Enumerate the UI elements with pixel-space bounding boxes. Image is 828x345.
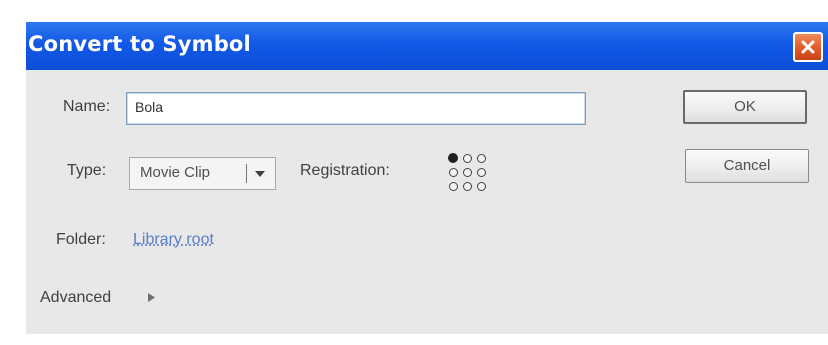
registration-point-top-right[interactable]: [477, 154, 486, 163]
ok-button[interactable]: OK: [683, 90, 807, 124]
convert-to-symbol-dialog: Convert to Symbol Name: Bola Type: Movie…: [26, 22, 828, 334]
close-button[interactable]: [793, 32, 823, 62]
name-input-value: Bola: [135, 99, 164, 115]
type-dropdown[interactable]: Movie Clip: [129, 157, 276, 190]
close-icon: [801, 40, 815, 54]
chevron-down-icon: [255, 171, 265, 177]
registration-point-bottom-left[interactable]: [449, 182, 458, 191]
advanced-toggle[interactable]: Advanced: [40, 289, 111, 307]
cancel-button[interactable]: Cancel: [685, 149, 809, 183]
folder-link[interactable]: Library root: [133, 231, 214, 249]
dialog-title: Convert to Symbol: [28, 32, 251, 56]
name-label: Name:: [63, 98, 111, 115]
folder-label: Folder:: [56, 231, 106, 248]
registration-point-top-left[interactable]: [448, 153, 458, 163]
type-dropdown-value: Movie Clip: [140, 164, 211, 181]
registration-point-bottom-center[interactable]: [463, 182, 472, 191]
name-input[interactable]: Bola: [126, 92, 586, 125]
registration-label: Registration:: [300, 162, 390, 179]
registration-point-center[interactable]: [463, 168, 472, 177]
registration-point-middle-right[interactable]: [477, 168, 486, 177]
registration-point-top-center[interactable]: [463, 154, 472, 163]
registration-point-bottom-right[interactable]: [477, 182, 486, 191]
triangle-right-icon[interactable]: [147, 292, 156, 303]
registration-point-middle-left[interactable]: [449, 168, 458, 177]
registration-grid[interactable]: [448, 153, 494, 195]
dropdown-divider: [246, 164, 247, 183]
title-bar[interactable]: Convert to Symbol: [26, 22, 828, 70]
type-label: Type:: [67, 162, 107, 179]
